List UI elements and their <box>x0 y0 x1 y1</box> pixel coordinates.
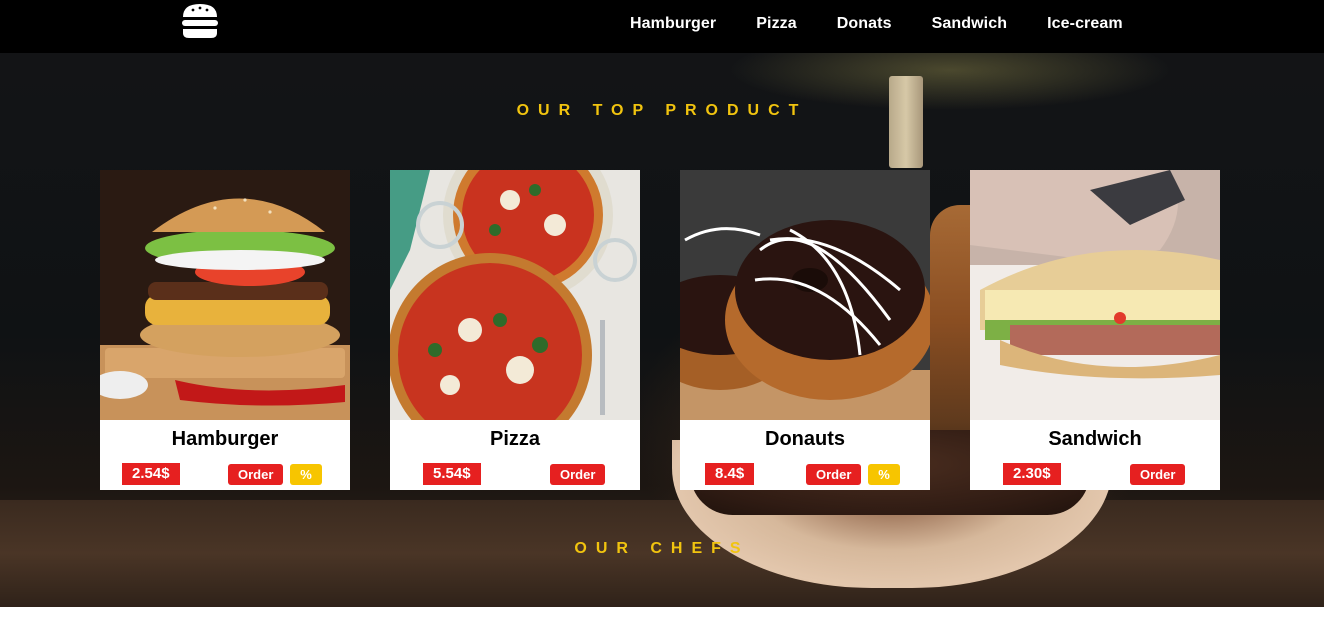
sandwich-photo <box>970 170 1220 420</box>
nav-link-pizza[interactable]: Pizza <box>736 15 817 33</box>
order-button[interactable]: Order <box>806 464 862 485</box>
product-name: Hamburger <box>171 428 279 450</box>
product-price: 5.54$ <box>423 463 481 485</box>
product-price: 2.30$ <box>1003 463 1061 485</box>
background-skewer <box>889 76 923 168</box>
hamburger-logo-icon[interactable] <box>180 2 220 40</box>
discount-badge: % <box>868 464 900 485</box>
navbar: Hamburger Pizza Donats Sandwich Ice-crea… <box>0 0 1324 53</box>
product-price: 2.54$ <box>122 463 180 485</box>
nav-link-sandwich[interactable]: Sandwich <box>912 15 1027 33</box>
hamburger-photo <box>100 170 350 420</box>
top-product-title: OUR TOP PRODUCT <box>516 102 808 119</box>
nav-link-hamburger[interactable]: Hamburger <box>610 15 736 33</box>
product-name: Sandwich <box>1048 428 1142 450</box>
product-price: 8.4$ <box>705 463 755 485</box>
product-name: Pizza <box>489 428 541 450</box>
order-button[interactable]: Order <box>550 464 606 485</box>
order-button[interactable]: Order <box>1130 464 1186 485</box>
pizza-photo <box>390 170 640 420</box>
nav-link-ice-cream[interactable]: Ice-cream <box>1027 15 1143 33</box>
product-card-hamburger: Hamburger 2.54$ Order % <box>100 170 350 490</box>
donut-photo <box>680 170 930 420</box>
product-card-sandwich: Sandwich 2.30$ Order <box>970 170 1220 490</box>
order-button[interactable]: Order <box>228 464 284 485</box>
product-name: Donauts <box>765 428 845 450</box>
chefs-title: OUR CHEFS <box>574 540 750 557</box>
product-cards: Hamburger 2.54$ Order % Pizza 5.54$ Orde… <box>100 170 1220 490</box>
product-card-pizza: Pizza 5.54$ Order <box>390 170 640 490</box>
nav-links: Hamburger Pizza Donats Sandwich Ice-crea… <box>610 0 1143 47</box>
discount-badge: % <box>290 464 322 485</box>
nav-link-donats[interactable]: Donats <box>817 15 912 33</box>
product-card-donauts: Donauts 8.4$ Order % <box>680 170 930 490</box>
